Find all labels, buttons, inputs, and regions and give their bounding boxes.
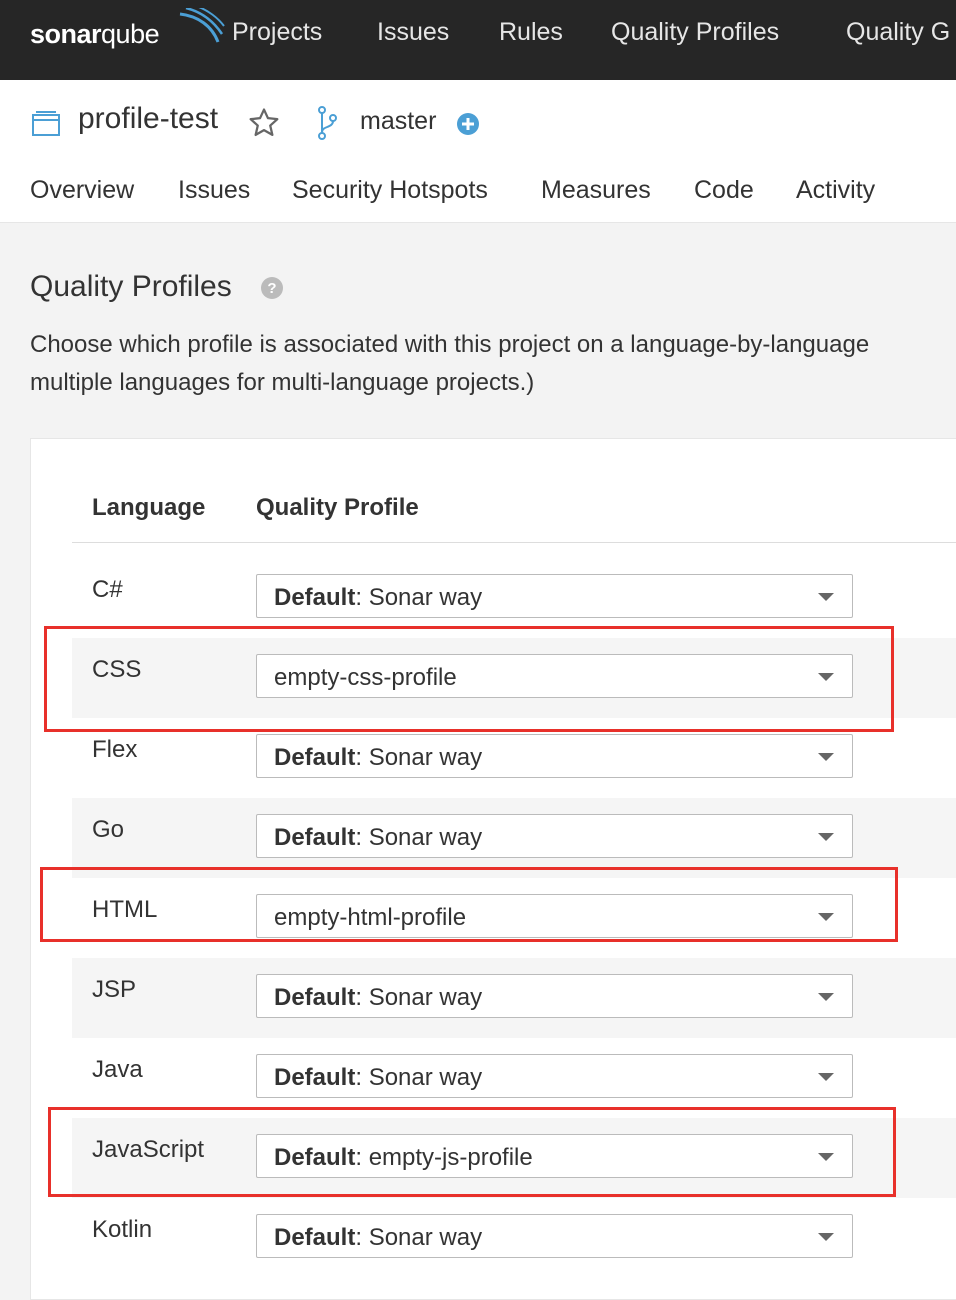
star-icon[interactable] <box>247 106 281 140</box>
language-label: Kotlin <box>92 1216 153 1243</box>
table-row: JSP Default: Sonar way <box>72 958 956 1038</box>
help-icon[interactable]: ? <box>260 276 284 300</box>
default-label: Default <box>274 824 356 851</box>
logo-waves-icon <box>179 8 225 43</box>
selected-profile: Default: Sonar way <box>274 824 482 852</box>
tab-code[interactable]: Code <box>694 176 754 205</box>
top-navigation: sonarqube Projects Issues Rules Quality … <box>0 0 956 80</box>
plus-circle-icon[interactable] <box>456 112 480 136</box>
tab-measures[interactable]: Measures <box>541 176 651 205</box>
default-separator: : <box>355 584 369 611</box>
language-label: Go <box>92 816 125 843</box>
table-row: Go Default: Sonar way <box>72 798 956 878</box>
nav-quality-profiles[interactable]: Quality Profiles <box>611 0 779 64</box>
highlight-box-css <box>44 626 894 732</box>
column-header-language: Language <box>92 494 206 521</box>
tab-security-hotspots[interactable]: Security Hotspots <box>292 176 488 205</box>
highlight-box-html <box>40 867 898 942</box>
caret-down-icon <box>818 753 834 761</box>
profile-name: Sonar way <box>368 1224 483 1251</box>
nav-quality-gates[interactable]: Quality G <box>846 0 950 64</box>
caret-down-icon <box>818 1233 834 1241</box>
profile-name: Sonar way <box>368 824 483 851</box>
language-label: C# <box>92 576 123 603</box>
default-separator: : <box>355 744 369 771</box>
caret-down-icon <box>818 993 834 1001</box>
default-separator: : <box>355 1224 369 1251</box>
tab-issues[interactable]: Issues <box>178 176 250 205</box>
quality-profile-select[interactable]: Default: Sonar way <box>256 814 853 858</box>
project-icon <box>32 111 60 136</box>
column-header-quality-profile: Quality Profile <box>256 494 419 521</box>
tab-overview[interactable]: Overview <box>30 176 134 205</box>
highlight-box-javascript <box>48 1107 896 1197</box>
caret-down-icon <box>818 593 834 601</box>
quality-profile-select[interactable]: Default: Sonar way <box>256 974 853 1018</box>
selected-profile: Default: Sonar way <box>274 1064 482 1092</box>
tab-activity[interactable]: Activity <box>796 176 875 205</box>
table-row: Java Default: Sonar way <box>72 1038 956 1118</box>
page-description: Choose which profile is associated with … <box>30 326 956 402</box>
caret-down-icon <box>818 1073 834 1081</box>
nav-rules[interactable]: Rules <box>499 0 563 64</box>
table-row: Kotlin Default: Sonar way <box>72 1198 956 1278</box>
profile-name: Sonar way <box>368 1064 483 1091</box>
branch-name[interactable]: master <box>360 107 436 136</box>
default-label: Default <box>274 1064 356 1091</box>
default-label: Default <box>274 984 356 1011</box>
quality-profile-select[interactable]: Default: Sonar way <box>256 1054 853 1098</box>
language-label: Flex <box>92 736 138 763</box>
default-separator: : <box>355 824 369 851</box>
project-name[interactable]: profile-test <box>78 102 218 136</box>
default-label: Default <box>274 584 356 611</box>
language-label: Java <box>92 1056 143 1083</box>
caret-down-icon <box>818 833 834 841</box>
logo-text: sonarqube <box>30 19 160 49</box>
sonarqube-logo[interactable]: sonarqube <box>30 8 225 54</box>
quality-profile-select[interactable]: Default: Sonar way <box>256 1214 853 1258</box>
description-line: multiple languages for multi-language pr… <box>30 369 535 396</box>
description-line: Choose which profile is associated with … <box>30 331 870 358</box>
selected-profile: Default: Sonar way <box>274 584 482 612</box>
quality-profile-select[interactable]: Default: Sonar way <box>256 734 853 778</box>
page-title: Quality Profiles <box>30 270 232 303</box>
profile-name: Sonar way <box>368 744 483 771</box>
language-label: JSP <box>92 976 137 1003</box>
nav-issues[interactable]: Issues <box>377 0 449 64</box>
branch-icon <box>318 106 337 140</box>
quality-profile-select[interactable]: Default: Sonar way <box>256 574 853 618</box>
profile-name: Sonar way <box>368 984 483 1011</box>
selected-profile: Default: Sonar way <box>274 1224 482 1252</box>
selected-profile: Default: Sonar way <box>274 744 482 772</box>
project-header: profile-test master Overview Issues Secu… <box>0 80 956 223</box>
default-separator: : <box>355 984 369 1011</box>
nav-projects[interactable]: Projects <box>232 0 322 64</box>
default-label: Default <box>274 744 356 771</box>
default-separator: : <box>355 1064 369 1091</box>
profile-name: Sonar way <box>368 584 483 611</box>
selected-profile: Default: Sonar way <box>274 984 482 1012</box>
header-divider <box>72 542 956 543</box>
svg-text:?: ? <box>267 280 276 297</box>
default-label: Default <box>274 1224 356 1251</box>
